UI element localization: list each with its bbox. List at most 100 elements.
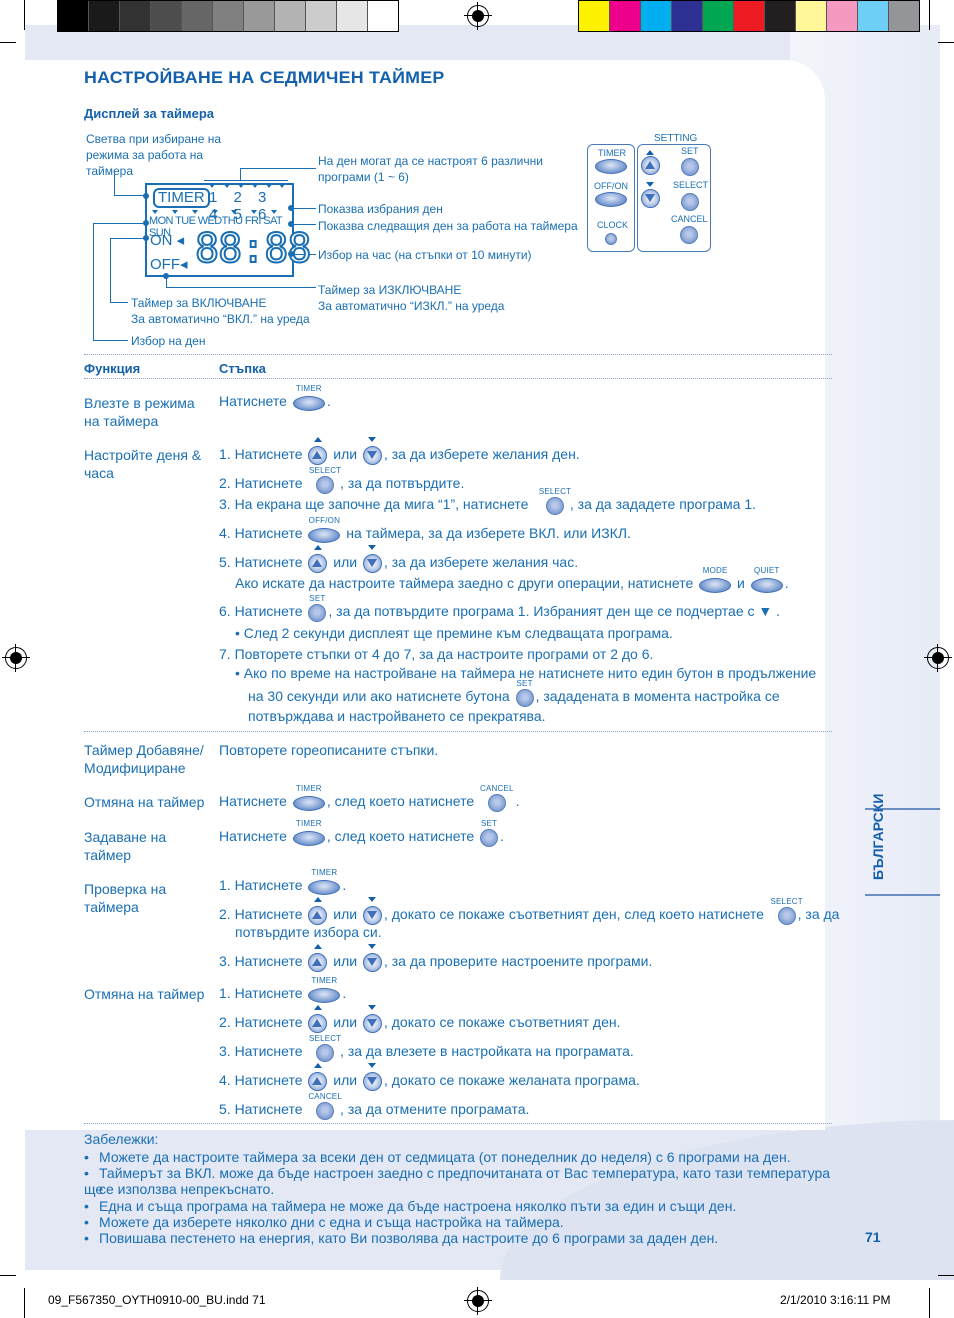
step-line: • След 2 секунди дисплеят ще премине към… xyxy=(235,625,673,641)
step-line: потвърждава и настройването се прекратяв… xyxy=(248,708,546,724)
step-text: . xyxy=(342,985,347,1001)
remote-clock-button[interactable] xyxy=(605,233,617,245)
step-line: потвърдите избора си. xyxy=(235,924,382,940)
step-line: 5. Натиснете или , за да изберете желани… xyxy=(219,545,579,574)
step-line: 3. Натиснете или , за да проверите настр… xyxy=(219,944,653,973)
step-text: . xyxy=(515,793,520,809)
step-text: . xyxy=(326,393,331,409)
up-button-icon xyxy=(308,554,328,574)
function-cancel-program: Отмяна на таймер xyxy=(84,986,205,1002)
step-text: , за да потвърдите. xyxy=(340,475,465,491)
down-button-icon xyxy=(362,1014,382,1034)
step-line: 4. Натиснете OFF/ON на таймера, за да из… xyxy=(219,516,631,544)
color-swatch xyxy=(368,1,398,31)
note-text: се използва непрекъснато. xyxy=(99,1181,275,1197)
step-line: Натиснете TIMER. xyxy=(219,384,331,412)
registration-mark-icon xyxy=(464,1287,492,1315)
step-line: на 30 секунди или ако натиснете бутона S… xyxy=(248,679,780,707)
color-swatch xyxy=(213,1,244,31)
lcd-timer-indicator: TIMER xyxy=(153,188,210,208)
remote-offon-button[interactable] xyxy=(595,192,627,207)
notes-heading: Забележки: xyxy=(84,1131,159,1147)
remote-cancel-button[interactable] xyxy=(680,226,698,244)
color-swatch xyxy=(672,1,703,31)
step-line: 1. Натиснете TIMER. xyxy=(219,868,346,896)
leader-line xyxy=(240,168,316,169)
step-text: 2. Натиснете xyxy=(219,1014,303,1030)
remote-setting-label: SETTING xyxy=(654,133,698,144)
step-text: , за да изберете желания час. xyxy=(383,554,579,570)
column-header-step: Стъпка xyxy=(219,361,266,376)
timer-caption: TIMER xyxy=(311,868,338,878)
note-text: Повишава пестенето на енергия, като Ви п… xyxy=(99,1230,719,1246)
process-color-bar xyxy=(578,0,920,32)
step-line: 3. Натиснете SELECT , за да влезете в на… xyxy=(219,1034,634,1062)
step-text: 6. Натиснете xyxy=(219,603,303,619)
select-caption: SELECT xyxy=(308,1033,342,1043)
step-text: , за да потвърдите програма 1. Избраният… xyxy=(328,603,781,619)
leader-line xyxy=(204,180,288,181)
timer-caption: TIMER xyxy=(295,819,322,829)
step-text: , за да влезете в настройката на програм… xyxy=(340,1043,634,1059)
remote-down-button[interactable] xyxy=(641,189,660,208)
step-text: Ако искате да настроите таймера заедно с… xyxy=(235,575,694,591)
step-line: 2. Натиснете SELECT , за да потвърдите. xyxy=(219,466,465,494)
table-divider xyxy=(84,731,832,732)
select-caption: SELECT xyxy=(770,896,803,906)
callout-off-timer-line2: За автоматично “ИЗКЛ.” на уреда xyxy=(318,299,505,313)
step-text: , за да проверите настроените програми. xyxy=(383,953,653,969)
note-item: се използва непрекъснато. xyxy=(84,1181,844,1197)
step-line: Натиснете TIMER , след което натиснете SE… xyxy=(219,819,504,847)
step-text: 1. Натиснете xyxy=(219,985,303,1001)
color-swatch xyxy=(306,1,337,31)
callout-dot xyxy=(143,193,149,199)
timer-button-icon xyxy=(292,831,325,847)
lcd-on-indicator: ON ◂ xyxy=(150,232,185,249)
step-line: 1. Натиснете TIMER. xyxy=(219,976,347,1004)
quiet-caption: QUIET xyxy=(754,566,780,576)
step-line: 4. Натиснете или , докато се покаже жела… xyxy=(219,1063,640,1092)
table-divider xyxy=(84,1123,832,1124)
registration-mark-icon xyxy=(2,644,30,672)
step-text: 3. Натиснете xyxy=(219,1043,303,1059)
callout-day-select: Избор на ден xyxy=(131,334,206,348)
remote-up-button[interactable] xyxy=(641,156,660,175)
step-line: Натиснете TIMER , след което натиснете CA… xyxy=(219,784,520,812)
remote-select-button[interactable] xyxy=(681,193,699,211)
step-text: , докато се покаже желаната програма. xyxy=(383,1072,640,1088)
page-number: 71 xyxy=(865,1229,881,1245)
remote-set-button[interactable] xyxy=(681,158,699,176)
step-text: или xyxy=(333,446,358,462)
color-swatch xyxy=(89,1,120,31)
step-line: 3. На екрана ще започне да мига “1”, нат… xyxy=(219,487,756,515)
color-swatch xyxy=(120,1,151,31)
grayscale-color-bar xyxy=(57,0,399,32)
timer-lcd-display: TIMER 1 2 3 4 5 6 MON TUE WEDTHU FRI SAT… xyxy=(145,183,312,277)
step-line: 1. Натиснете или , за да изберете желани… xyxy=(219,437,580,466)
leader-line xyxy=(93,340,128,341)
function-cancel-timer: Отмяна на таймер xyxy=(84,794,205,810)
callout-dot xyxy=(163,273,169,279)
leader-line xyxy=(93,223,94,341)
down-button-icon xyxy=(362,554,382,574)
slug-timestamp: 2/1/2010 3:16:11 PM xyxy=(780,1293,891,1307)
callout-dot xyxy=(143,220,149,226)
step-text: 1. Натиснете xyxy=(219,446,303,462)
color-swatch xyxy=(337,1,368,31)
remote-timer-button[interactable] xyxy=(595,159,627,174)
function-set-day-time: Настройте деня & часа xyxy=(84,447,202,481)
step-line: Повторете гореописаните стъпки. xyxy=(219,742,439,758)
color-swatch xyxy=(641,1,672,31)
step-text: 2. Натиснете xyxy=(219,475,303,491)
color-swatch xyxy=(610,1,641,31)
crop-mark xyxy=(24,0,25,30)
timer-caption: TIMER xyxy=(311,976,338,986)
step-text: 4. Натиснете xyxy=(219,525,303,541)
note-item: • Повишава пестенето на енергия, като Ви … xyxy=(84,1230,719,1246)
callout-dot xyxy=(288,221,294,227)
note-text: Можете да настроите таймера за всеки ден… xyxy=(99,1149,791,1165)
language-tab-label: БЪЛГАРСКИ xyxy=(870,793,886,880)
timer-button-icon xyxy=(308,880,341,896)
table-divider xyxy=(84,354,832,355)
column-header-function: Функция xyxy=(84,361,141,376)
